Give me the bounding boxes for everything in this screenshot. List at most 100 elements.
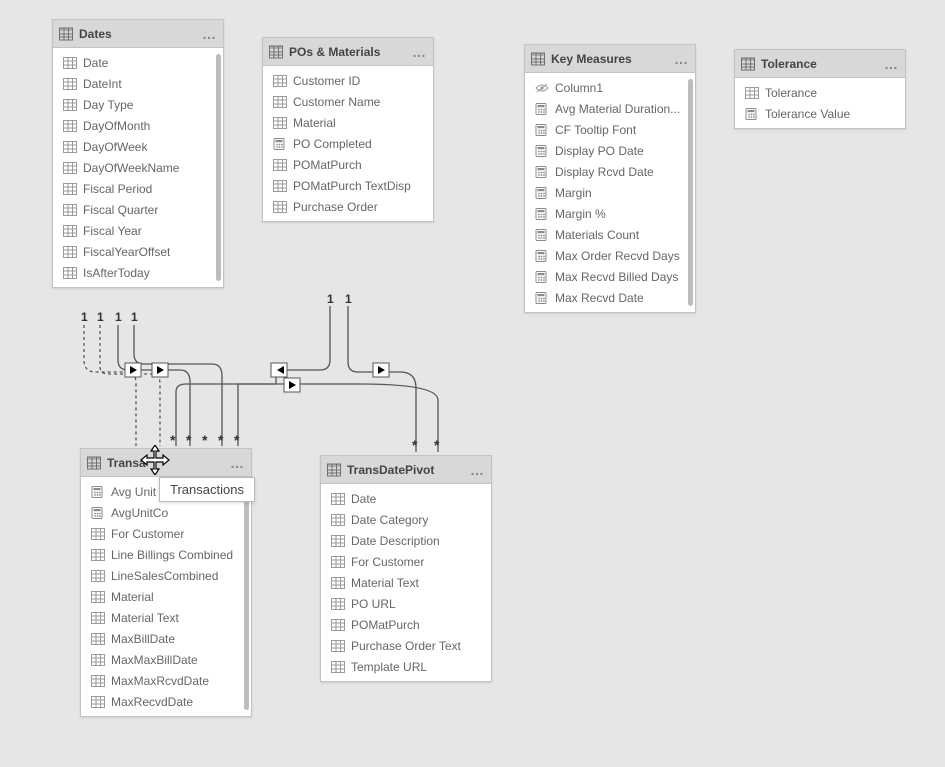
field-pos-3[interactable]: PO Completed — [263, 133, 433, 154]
calculator-icon — [535, 103, 549, 115]
field-pos-2[interactable]: Material — [263, 112, 433, 133]
field-pivot-2[interactable]: Date Description — [321, 530, 491, 551]
field-dates-7[interactable]: Fiscal Quarter — [53, 199, 223, 220]
more-options-icon[interactable]: … — [674, 51, 689, 67]
more-options-icon[interactable]: … — [884, 56, 899, 72]
field-list: Avg Unit PAvgUnitCoFor CustomerLine Bill… — [81, 477, 251, 716]
field-label: Date — [83, 56, 108, 70]
calculator-icon — [535, 271, 549, 283]
more-options-icon[interactable]: … — [202, 26, 217, 42]
field-tol-0[interactable]: Tolerance — [735, 82, 905, 103]
field-key-7[interactable]: Materials Count — [525, 224, 695, 245]
field-pivot-3[interactable]: For Customer — [321, 551, 491, 572]
field-key-1[interactable]: Avg Material Duration... — [525, 98, 695, 119]
field-trans-2[interactable]: For Customer — [81, 523, 251, 544]
field-key-3[interactable]: Display PO Date — [525, 140, 695, 161]
cardinality-label: 1 — [97, 310, 104, 324]
field-label: Display PO Date — [555, 144, 644, 158]
field-pivot-4[interactable]: Material Text — [321, 572, 491, 593]
cardinality-label: 1 — [131, 310, 138, 324]
field-dates-6[interactable]: Fiscal Period — [53, 178, 223, 199]
field-pos-4[interactable]: POMatPurch — [263, 154, 433, 175]
field-trans-6[interactable]: Material Text — [81, 607, 251, 628]
field-label: MaxMaxBillDate — [111, 653, 198, 667]
scrollbar[interactable] — [216, 54, 221, 281]
field-key-5[interactable]: Margin — [525, 182, 695, 203]
cardinality-label: 1 — [115, 310, 122, 324]
field-label: DayOfMonth — [83, 119, 150, 133]
field-pos-6[interactable]: Purchase Order — [263, 196, 433, 217]
field-dates-8[interactable]: Fiscal Year — [53, 220, 223, 241]
table-key-measures[interactable]: Key Measures…Column1Avg Material Duratio… — [524, 44, 696, 313]
field-trans-7[interactable]: MaxBillDate — [81, 628, 251, 649]
field-dates-2[interactable]: Day Type — [53, 94, 223, 115]
field-dates-10[interactable]: IsAfterToday — [53, 262, 223, 283]
field-list: Column1Avg Material Duration... CF Toolti… — [525, 73, 695, 312]
table-transdatepivot[interactable]: TransDatePivot…DateDate CategoryDate Des… — [320, 455, 492, 682]
column-icon — [331, 577, 345, 589]
field-dates-5[interactable]: DayOfWeekName — [53, 157, 223, 178]
field-pivot-8[interactable]: Template URL — [321, 656, 491, 677]
field-key-8[interactable]: Max Order Recvd Days — [525, 245, 695, 266]
field-trans-1[interactable]: AvgUnitCo — [81, 502, 251, 523]
field-trans-3[interactable]: Line Billings Combined — [81, 544, 251, 565]
table-title: Transa — [107, 456, 230, 470]
field-trans-5[interactable]: Material — [81, 586, 251, 607]
more-options-icon[interactable]: … — [470, 462, 485, 478]
field-label: DateInt — [83, 77, 122, 91]
scrollbar[interactable] — [244, 483, 249, 710]
field-key-10[interactable]: Max Recvd Date — [525, 287, 695, 308]
column-icon — [331, 640, 345, 652]
field-dates-1[interactable]: DateInt — [53, 73, 223, 94]
field-dates-3[interactable]: DayOfMonth — [53, 115, 223, 136]
field-list: DateDate CategoryDate DescriptionFor Cus… — [321, 484, 491, 681]
field-pos-5[interactable]: POMatPurch TextDisp — [263, 175, 433, 196]
field-key-4[interactable]: Display Rcvd Date — [525, 161, 695, 182]
column-icon — [63, 57, 77, 69]
field-pivot-6[interactable]: POMatPurch — [321, 614, 491, 635]
table-header[interactable]: Dates… — [53, 20, 223, 48]
table-title: Tolerance — [761, 57, 884, 71]
field-label: MaxBillDate — [111, 632, 175, 646]
table-dates[interactable]: Dates… Date DateInt Day Type DayOfMonth DayOf… — [52, 19, 224, 288]
field-label: CF Tooltip Font — [555, 123, 636, 137]
field-key-9[interactable]: Max Recvd Billed Days — [525, 266, 695, 287]
field-tol-1[interactable]: Tolerance Value — [735, 103, 905, 124]
column-icon — [273, 96, 287, 108]
field-pos-1[interactable]: Customer Name — [263, 91, 433, 112]
table-tolerance[interactable]: Tolerance…ToleranceTolerance Value — [734, 49, 906, 129]
field-key-2[interactable]: CF Tooltip Font — [525, 119, 695, 140]
table-pos-materials[interactable]: POs & Materials… Customer IDCustomer Name… — [262, 37, 434, 222]
table-header[interactable]: POs & Materials… — [263, 38, 433, 66]
more-options-icon[interactable]: … — [412, 44, 427, 60]
column-icon — [331, 493, 345, 505]
field-trans-4[interactable]: LineSalesCombined — [81, 565, 251, 586]
field-dates-0[interactable]: Date — [53, 52, 223, 73]
table-header[interactable]: Transa… — [81, 449, 251, 477]
field-trans-9[interactable]: MaxMaxRcvdDate — [81, 670, 251, 691]
field-pos-0[interactable]: Customer ID — [263, 70, 433, 91]
field-pivot-0[interactable]: Date — [321, 488, 491, 509]
field-label: Material Text — [351, 576, 419, 590]
field-label: PO URL — [351, 597, 396, 611]
field-pivot-1[interactable]: Date Category — [321, 509, 491, 530]
field-trans-8[interactable]: MaxMaxBillDate — [81, 649, 251, 670]
field-pivot-7[interactable]: Purchase Order Text — [321, 635, 491, 656]
cardinality-label: * — [186, 432, 191, 448]
column-icon — [91, 675, 105, 687]
field-key-0[interactable]: Column1 — [525, 77, 695, 98]
table-header[interactable]: TransDatePivot… — [321, 456, 491, 484]
field-label: Materials Count — [555, 228, 639, 242]
field-label: Tolerance Value — [765, 107, 850, 121]
column-icon — [91, 549, 105, 561]
field-dates-4[interactable]: DayOfWeek — [53, 136, 223, 157]
table-header[interactable]: Key Measures… — [525, 45, 695, 73]
field-pivot-5[interactable]: PO URL — [321, 593, 491, 614]
table-icon — [87, 456, 101, 470]
table-header[interactable]: Tolerance… — [735, 50, 905, 78]
field-key-6[interactable]: Margin % — [525, 203, 695, 224]
scrollbar[interactable] — [688, 79, 693, 306]
field-trans-10[interactable]: MaxRecvdDate — [81, 691, 251, 712]
field-dates-9[interactable]: FiscalYearOffset — [53, 241, 223, 262]
more-options-icon[interactable]: … — [230, 455, 245, 471]
